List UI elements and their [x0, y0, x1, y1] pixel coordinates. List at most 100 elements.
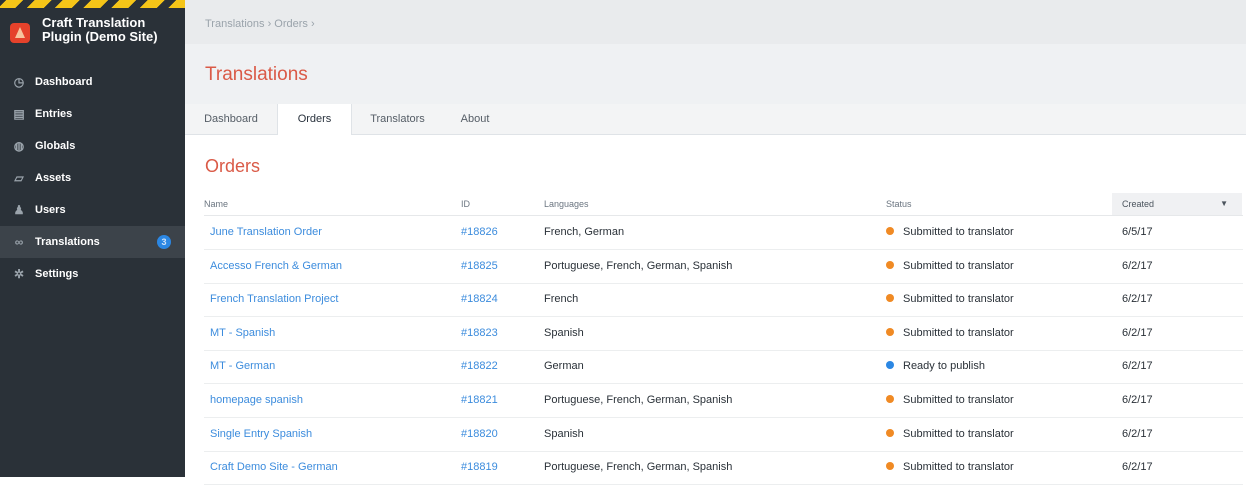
order-name-link[interactable]: French Translation Project: [210, 283, 338, 316]
order-id-link[interactable]: #18824: [461, 283, 498, 316]
dashboard-icon: ◷: [13, 75, 25, 89]
page-title: Translations: [205, 64, 308, 85]
table-row: June Translation Order #18826 French, Germ…: [204, 216, 1243, 250]
order-created: 6/2/17: [1122, 427, 1153, 440]
order-status: Submitted to translator: [886, 418, 1014, 451]
order-status: Submitted to translator: [886, 384, 1014, 417]
sidebar-item-dashboard[interactable]: ◷ Dashboard: [0, 66, 185, 98]
status-label: Submitted to translator: [903, 226, 1014, 238]
column-header-languages[interactable]: Languages: [544, 193, 589, 215]
status-label: Ready to publish: [903, 360, 985, 373]
sidebar-item-users[interactable]: ♟ Users: [0, 194, 185, 226]
order-status: Ready to publish: [886, 350, 985, 383]
order-name-link[interactable]: Single Entry Spanish: [210, 418, 312, 451]
status-dot-icon: [886, 227, 894, 235]
status-dot-icon: [886, 462, 894, 471]
order-id-link[interactable]: #18825: [461, 250, 498, 283]
sidebar-item-label: Entries: [35, 108, 73, 120]
order-created: 6/2/17: [1122, 293, 1153, 306]
settings-icon: ✲: [13, 267, 25, 281]
status-dot-icon: [886, 260, 894, 269]
order-id-link[interactable]: #18820: [461, 418, 498, 451]
order-id-link[interactable]: #18826: [461, 216, 498, 249]
status-label: Submitted to translator: [903, 427, 1014, 440]
order-languages: French, German: [544, 226, 625, 238]
sort-desc-icon: ▼: [1220, 199, 1228, 208]
translations-icon: ∞: [14, 235, 24, 249]
column-header-id[interactable]: ID: [461, 193, 470, 215]
order-created: 6/2/17: [1122, 461, 1153, 474]
tab-about[interactable]: About: [445, 104, 505, 134]
column-header-created-label: Created: [1122, 199, 1155, 209]
table-row: Single Entry Spanish #18820 Spanish 6/2/17 S…: [204, 418, 1243, 452]
order-languages: French: [544, 293, 579, 306]
sidebar-item-assets[interactable]: ▱ Assets: [0, 162, 185, 194]
sidebar-item-label: Globals: [35, 140, 76, 152]
tab-dashboard[interactable]: Dashboard: [185, 104, 277, 134]
table-row: MT - German #18822 German 6/2/17 Ready to pu…: [204, 350, 1243, 385]
order-name-link[interactable]: MT - German: [210, 350, 275, 383]
tab-bar: Dashboard Orders Translators About: [185, 104, 1246, 135]
order-created: 6/2/17: [1122, 360, 1153, 373]
status-label: Submitted to translator: [903, 394, 1014, 406]
assets-icon: ▱: [14, 171, 24, 185]
order-languages: Portuguese, French, German, Spanish: [544, 394, 733, 406]
order-id-link[interactable]: #18823: [461, 317, 498, 350]
sidebar-item-globals[interactable]: ◍ Globals: [0, 130, 185, 162]
sidebar-item-settings[interactable]: ✲ Settings: [0, 258, 185, 290]
order-status: Submitted to translator: [886, 451, 1014, 484]
sidebar-nav: ◷ Dashboard ▤ Entries ◍ Globals ▱ Assets ♟ Users ∞…: [0, 66, 185, 290]
order-created: 6/2/17: [1122, 326, 1153, 339]
status-dot-icon: [886, 395, 894, 403]
order-status: Submitted to translator: [886, 216, 1014, 249]
status-dot-icon: [886, 294, 894, 303]
table-row: Craft Demo Site - German #18819 Portuguese…: [204, 451, 1243, 485]
order-languages: Spanish: [544, 326, 584, 339]
table-row: homepage spanish #18821 Portuguese, French…: [204, 384, 1243, 418]
order-id-link[interactable]: #18821: [461, 384, 498, 417]
column-header-status[interactable]: Status: [886, 193, 912, 215]
status-dot-icon: [886, 327, 894, 336]
status-dot-icon: [886, 361, 894, 370]
order-id-link[interactable]: #18822: [461, 350, 498, 383]
order-id-link[interactable]: #18819: [461, 451, 498, 484]
breadcrumb[interactable]: Translations › Orders ›: [205, 18, 315, 30]
table-row: French Translation Project #18824 French 6/…: [204, 283, 1243, 318]
order-languages: Portuguese, French, German, Spanish: [544, 259, 733, 272]
status-label: Submitted to translator: [903, 293, 1014, 306]
status-label: Submitted to translator: [903, 326, 1014, 339]
sidebar-item-label: Settings: [35, 268, 79, 280]
globe-icon: ◍: [13, 139, 25, 153]
column-header-name[interactable]: Name: [204, 193, 228, 215]
tab-orders[interactable]: Orders: [277, 104, 352, 135]
page-header: Translations: [185, 44, 1246, 104]
order-name-link[interactable]: June Translation Order: [210, 216, 322, 249]
status-dot-icon: [886, 428, 894, 437]
order-name-link[interactable]: homepage spanish: [210, 384, 303, 417]
order-languages: Spanish: [544, 427, 584, 440]
status-label: Submitted to translator: [903, 259, 1014, 272]
sidebar-item-label: Assets: [35, 172, 72, 184]
sidebar-item-translations[interactable]: ∞ Translations 3: [0, 226, 185, 258]
status-label: Submitted to translator: [903, 461, 1014, 474]
order-name-link[interactable]: MT - Spanish: [210, 317, 275, 350]
site-header[interactable]: Craft Translation Plugin (Demo Site): [10, 16, 182, 44]
order-languages: Portuguese, French, German, Spanish: [544, 461, 733, 474]
table-row: Accesso French & German #18825 Portuguese,…: [204, 250, 1243, 284]
order-name-link[interactable]: Accesso French & German: [210, 250, 342, 283]
sidebar: Craft Translation Plugin (Demo Site) ◷ Da…: [0, 0, 185, 477]
table-row: MT - Spanish #18823 Spanish 6/2/17 Submitted…: [204, 317, 1243, 351]
notification-badge: 3: [157, 235, 171, 249]
top-bar: Translations › Orders ›: [185, 0, 1246, 44]
table-header: Name ID Languages Status Created ▼: [204, 193, 1243, 216]
section-title: Orders: [205, 156, 261, 176]
order-created: 6/2/17: [1122, 259, 1153, 272]
tab-translators[interactable]: Translators: [350, 104, 445, 134]
order-created: 6/5/17: [1122, 226, 1153, 238]
order-status: Submitted to translator: [886, 250, 1014, 283]
entries-icon: ▤: [13, 107, 25, 121]
order-status: Submitted to translator: [886, 283, 1014, 316]
column-header-created[interactable]: Created ▼: [1112, 193, 1242, 215]
sidebar-item-entries[interactable]: ▤ Entries: [0, 98, 185, 130]
order-name-link[interactable]: Craft Demo Site - German: [210, 451, 338, 484]
